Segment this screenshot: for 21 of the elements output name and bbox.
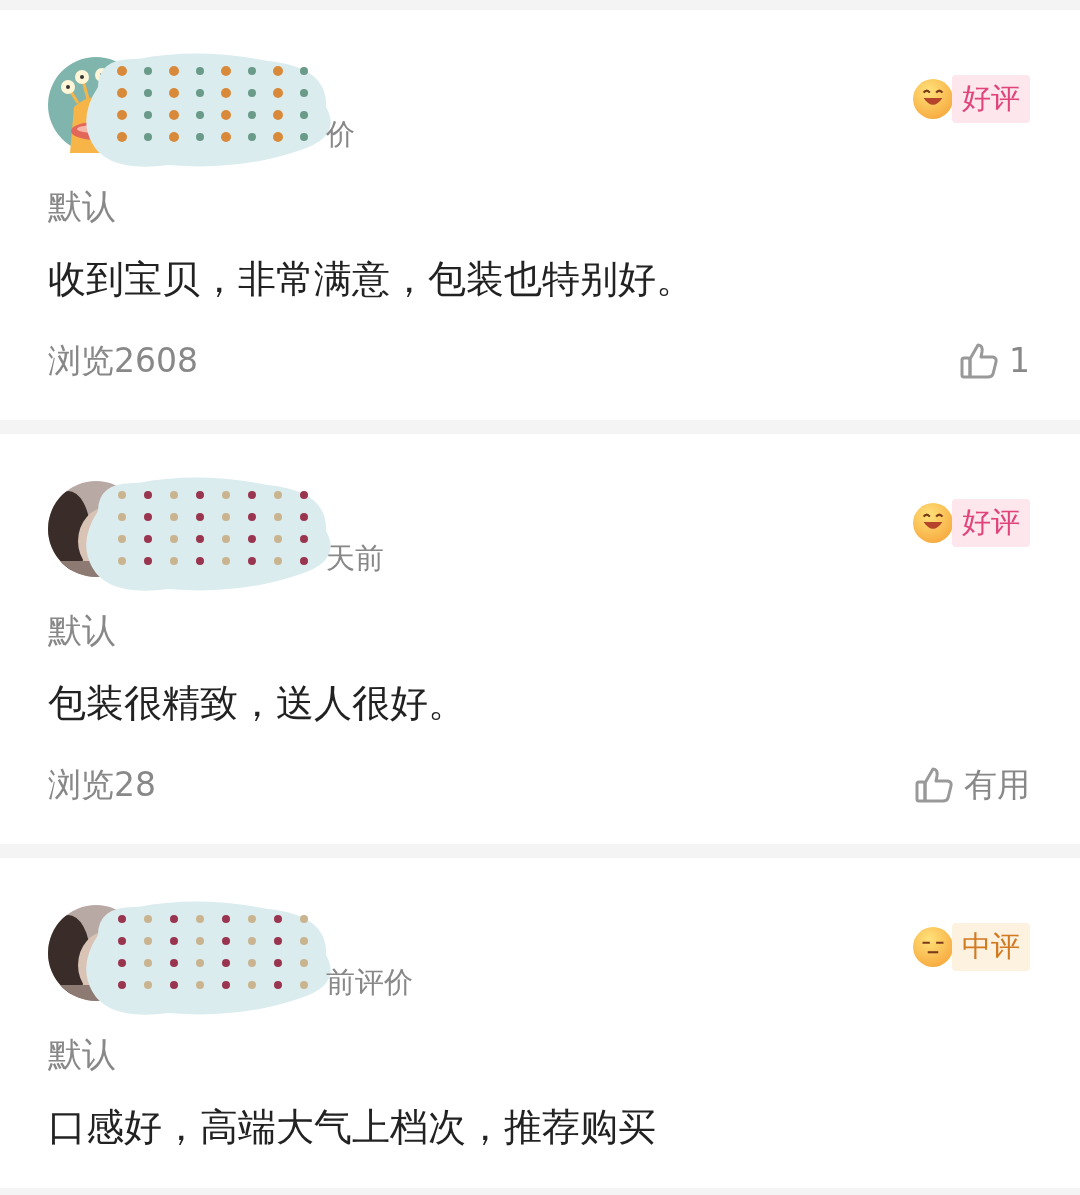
rating-badge: 中评 [952, 923, 1030, 971]
emoji-face-icon [912, 925, 954, 968]
spec-label: 默认 [48, 185, 117, 228]
thumbs-up-icon [959, 341, 999, 381]
like-button[interactable]: 1 [959, 336, 1030, 386]
review-text: 收到宝贝，非常满意，包装也特别好。 [48, 256, 695, 303]
view-count: 浏览28 [48, 764, 156, 807]
review-date: 价 [326, 116, 355, 153]
like-button[interactable]: 有用 [914, 760, 1030, 810]
spec-label: 默认 [48, 609, 117, 652]
review-date: 前评价 [326, 964, 413, 1001]
review-text: 包装很精致，送人很好。 [48, 680, 467, 727]
emoji-face-icon [912, 77, 954, 120]
view-count: 浏览2608 [48, 340, 198, 383]
review-date: 天前 [326, 540, 384, 577]
spec-label: 默认 [48, 1033, 117, 1076]
rating-badge: 好评 [952, 75, 1030, 123]
thumbs-up-icon [914, 765, 954, 805]
rating-badge: 好评 [952, 499, 1030, 547]
emoji-face-icon [912, 501, 954, 544]
review-text: 口感好，高端大气上档次，推荐购买 [48, 1104, 657, 1151]
